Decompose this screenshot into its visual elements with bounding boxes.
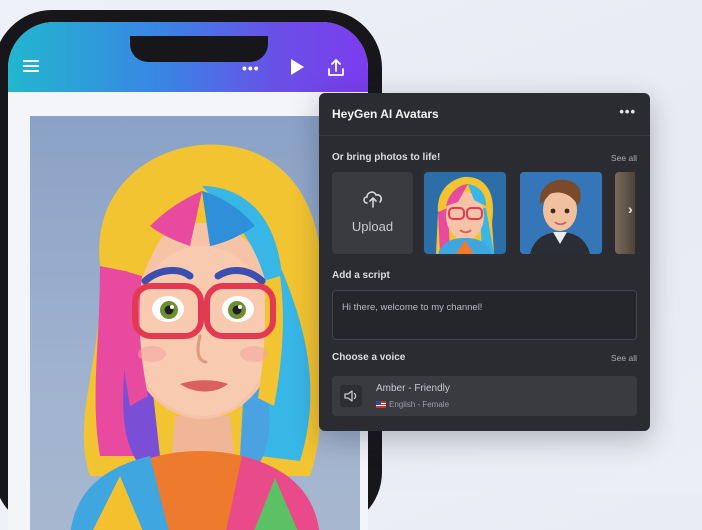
phone-notch (130, 36, 268, 62)
voice-section-label: Choose a voice (332, 352, 406, 363)
heygen-avatars-panel: HeyGen AI Avatars ••• Or bring photos to… (319, 93, 650, 431)
script-section-label: Add a script (332, 270, 390, 281)
play-icon[interactable] (288, 58, 306, 81)
script-input-text: Hi there, welcome to my channel! (342, 302, 483, 313)
script-input[interactable]: Hi there, welcome to my channel! (332, 290, 637, 340)
voice-option[interactable]: Amber - Friendly English - Female (332, 376, 637, 416)
phone-screen: ••• (8, 22, 368, 530)
hamburger-menu-icon[interactable] (22, 58, 40, 79)
us-flag-icon (376, 401, 386, 408)
voice-language: English - Female (389, 400, 450, 409)
upload-label: Upload (351, 219, 394, 234)
panel-title: HeyGen AI Avatars (332, 107, 439, 121)
photos-see-all-link[interactable]: See all (611, 153, 637, 163)
voice-name: Amber - Friendly (376, 383, 450, 394)
panel-more-icon[interactable]: ••• (619, 104, 636, 119)
design-canvas (8, 92, 368, 530)
chevron-right-icon[interactable]: › (628, 201, 633, 217)
panel-header: HeyGen AI Avatars ••• (319, 93, 650, 136)
photo-thumbnail-boy[interactable] (520, 172, 602, 254)
photo-thumbnail-rainbow-girl[interactable] (422, 170, 508, 256)
share-upload-icon[interactable] (326, 58, 346, 83)
avatar-illustration[interactable] (30, 116, 360, 530)
photos-section-label: Or bring photos to life! (332, 152, 441, 163)
voice-see-all-link[interactable]: See all (611, 353, 637, 363)
cloud-upload-icon (363, 191, 383, 208)
editor-toolbar: ••• (8, 22, 368, 92)
voice-meta: English - Female (376, 400, 449, 409)
speaker-icon (340, 385, 362, 407)
upload-button[interactable]: Upload (332, 172, 413, 254)
more-horizontal-icon[interactable]: ••• (242, 60, 260, 76)
